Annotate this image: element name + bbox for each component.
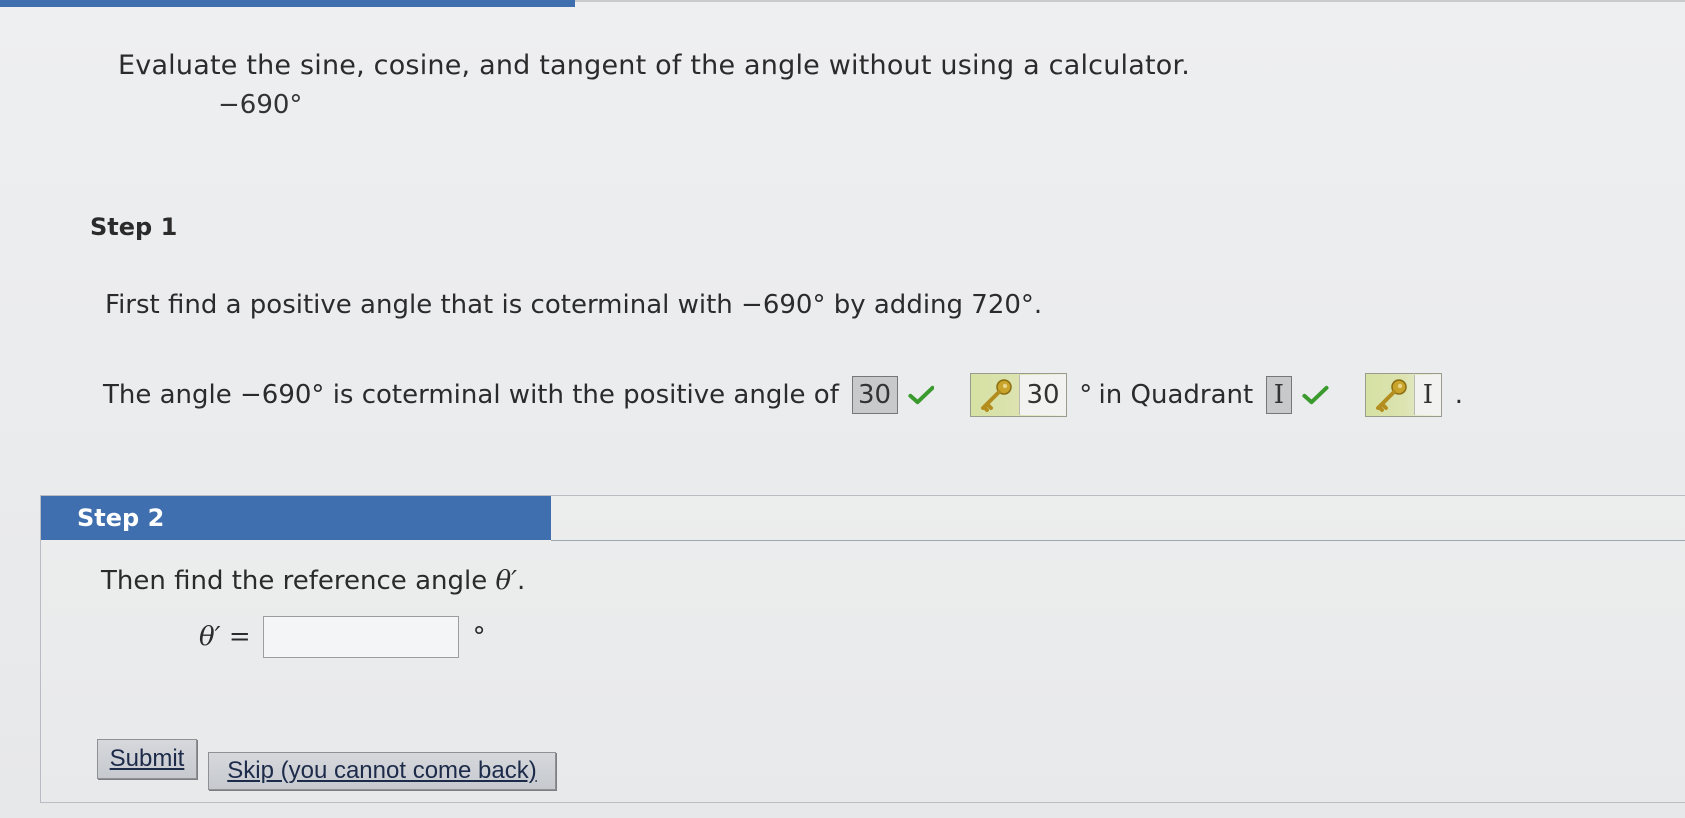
check-icon: [1302, 385, 1329, 405]
top-divider: [575, 0, 1685, 2]
key-icon: [1375, 379, 1407, 412]
coterminal-angle-correct: 30: [1019, 375, 1066, 415]
step2-instruction-prefix: Then find the reference angle: [101, 566, 488, 596]
reference-angle-degree: °: [472, 622, 486, 652]
page: Evaluate the sine, cosine, and tangent o…: [0, 0, 1685, 818]
step2-header: Step 2: [41, 496, 551, 540]
quadrant-key[interactable]: I: [1364, 373, 1443, 417]
check-icon: [907, 385, 935, 405]
degree-symbol: °: [1079, 380, 1093, 410]
reference-angle-lhs: θ′ =: [199, 622, 251, 652]
coterminal-angle-answer: 30: [851, 376, 898, 414]
reference-angle-input[interactable]: [262, 616, 459, 658]
theta-prime-symbol: θ′: [495, 566, 518, 596]
coterminal-sentence: The angle −690° is coterminal with the p…: [103, 370, 1463, 420]
step2-header-divider: [551, 540, 1685, 541]
step2-instruction-suffix: .: [517, 566, 526, 596]
quadrant-answer: I: [1265, 376, 1292, 414]
quadrant-text: in Quadrant: [1098, 380, 1254, 410]
given-angle: −690°: [218, 90, 303, 120]
reference-angle-row: θ′ = °: [199, 616, 486, 658]
step1-instruction: First find a positive angle that is cote…: [105, 290, 1043, 320]
question-prompt: Evaluate the sine, cosine, and tangent o…: [118, 50, 1191, 81]
sentence-end: .: [1454, 380, 1463, 410]
key-icon: [981, 379, 1013, 412]
step1-label: Step 1: [90, 213, 178, 241]
coterminal-angle-key[interactable]: 30: [970, 373, 1067, 417]
coterminal-sentence-start: The angle −690° is coterminal with the p…: [103, 380, 839, 410]
quadrant-correct: I: [1413, 375, 1442, 415]
step2-panel: Step 2 Then find the reference angle θ′.…: [40, 495, 1685, 803]
submit-button[interactable]: Submit: [97, 739, 197, 779]
skip-button[interactable]: Skip (you cannot come back): [208, 752, 556, 790]
top-progress-strip: [0, 0, 575, 7]
step2-instruction: Then find the reference angle θ′.: [101, 566, 525, 596]
